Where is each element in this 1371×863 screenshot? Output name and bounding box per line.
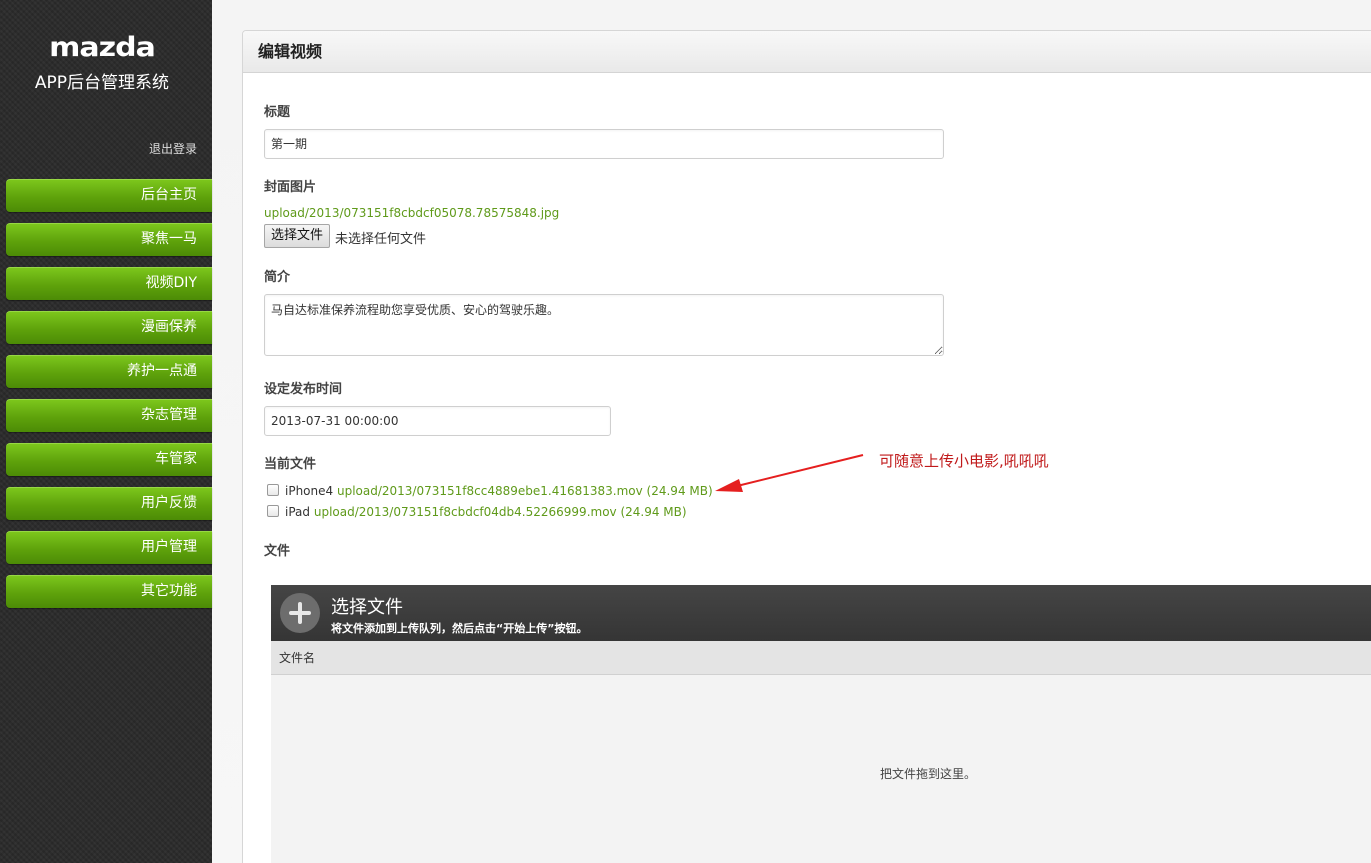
no-file-text: 未选择任何文件 bbox=[335, 232, 427, 247]
publish-time-label: 设定发布时间 bbox=[264, 382, 343, 397]
sidebar: mazda APP后台管理系统 退出登录 后台主页 聚焦一马 视频DIY 漫画保… bbox=[0, 0, 212, 863]
publish-time-input[interactable]: 2013-07-31 00:00:00 bbox=[264, 406, 611, 436]
arrow-icon bbox=[715, 454, 864, 492]
sidebar-item-comic-maintenance[interactable]: 漫画保养 bbox=[6, 311, 212, 344]
file-checkbox[interactable] bbox=[267, 484, 279, 496]
current-files-label: 当前文件 bbox=[264, 457, 317, 472]
sidebar-item-other[interactable]: 其它功能 bbox=[6, 575, 212, 608]
file-link[interactable]: upload/2013/073151f8cc4889ebe1.41681383.… bbox=[337, 484, 713, 498]
mazda-logo: mazda bbox=[49, 31, 156, 64]
list-item: iPad upload/2013/073151f8cbdcf04db4.5226… bbox=[267, 505, 687, 519]
edit-video-panel: 编辑视频 标题 第一期 封面图片 upload/2013/073151f8cbd… bbox=[242, 30, 1371, 863]
uploader-title: 选择文件 bbox=[331, 597, 403, 618]
sidebar-item-care-guide[interactable]: 养护一点通 bbox=[6, 355, 212, 388]
sidebar-item-magazine[interactable]: 杂志管理 bbox=[6, 399, 212, 432]
sidebar-item-video-diy[interactable]: 视频DIY bbox=[6, 267, 212, 300]
title-input[interactable]: 第一期 bbox=[264, 129, 944, 159]
sidebar-item-users[interactable]: 用户管理 bbox=[6, 531, 212, 564]
list-item: iPhone4 upload/2013/073151f8cc4889ebe1.4… bbox=[267, 484, 713, 498]
device-name: iPad bbox=[285, 505, 311, 519]
add-icon[interactable] bbox=[280, 593, 320, 633]
cover-image-link[interactable]: upload/2013/073151f8cbdcf05078.78575848.… bbox=[264, 206, 559, 220]
file-uploader: 选择文件 将文件添加到上传队列，然后点击“开始上传”按钮。 文件名 把文件拖到这… bbox=[271, 585, 1371, 863]
title-label: 标题 bbox=[264, 105, 291, 120]
sidebar-item-home[interactable]: 后台主页 bbox=[6, 179, 212, 212]
device-name: iPhone4 bbox=[285, 484, 334, 498]
sidebar-item-focus[interactable]: 聚焦一马 bbox=[6, 223, 212, 256]
sidebar-item-feedback[interactable]: 用户反馈 bbox=[6, 487, 212, 520]
file-checkbox[interactable] bbox=[267, 505, 279, 517]
uploader-subtitle: 将文件添加到上传队列，然后点击“开始上传”按钮。 bbox=[331, 622, 588, 635]
filename-column-header: 文件名 bbox=[271, 641, 1371, 675]
intro-textarea[interactable]: 马自达标准保养流程助您享受优质、安心的驾驶乐趣。 bbox=[264, 294, 944, 356]
uploader-header: 选择文件 将文件添加到上传队列，然后点击“开始上传”按钮。 bbox=[271, 585, 1371, 641]
logout-link[interactable]: 退出登录 bbox=[149, 140, 197, 157]
intro-label: 简介 bbox=[264, 270, 291, 285]
annotation-text: 可随意上传小电影,吼吼吼 bbox=[879, 452, 1049, 470]
sidebar-item-car-butler[interactable]: 车管家 bbox=[6, 443, 212, 476]
file-label: 文件 bbox=[264, 544, 291, 559]
page-title: 编辑视频 bbox=[243, 31, 1371, 73]
file-link[interactable]: upload/2013/073151f8cbdcf04db4.52266999.… bbox=[314, 505, 687, 519]
cover-label: 封面图片 bbox=[264, 180, 317, 195]
drop-zone-hint[interactable]: 把文件拖到这里。 bbox=[271, 765, 1371, 782]
choose-file-button[interactable]: 选择文件 bbox=[264, 224, 331, 248]
system-title: APP后台管理系统 bbox=[34, 73, 170, 93]
